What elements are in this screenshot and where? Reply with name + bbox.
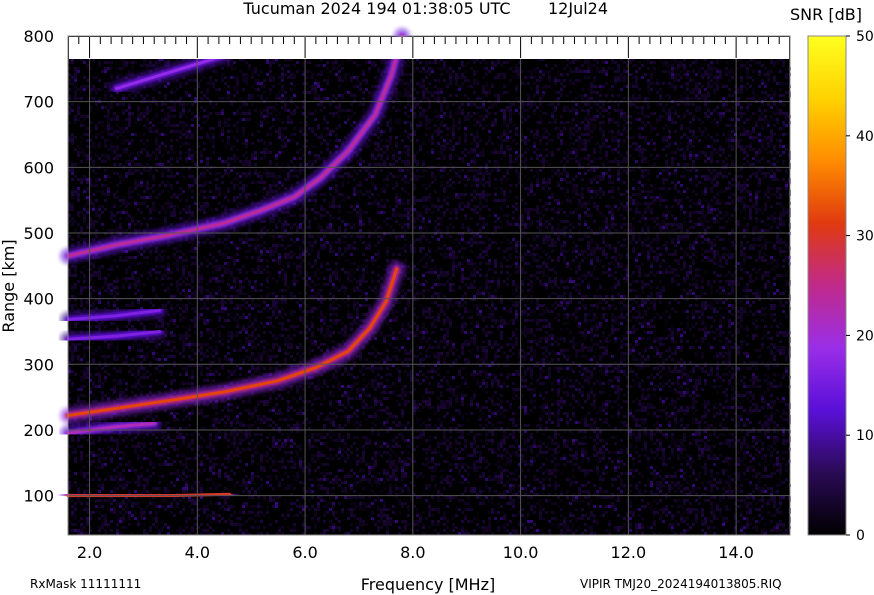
x-tick-label: 8.0 bbox=[400, 543, 425, 562]
y-tick-label: 800 bbox=[23, 27, 54, 46]
y-tick-label: 200 bbox=[23, 421, 54, 440]
x-tick-label: 4.0 bbox=[185, 543, 210, 562]
colorbar bbox=[807, 35, 847, 536]
colorbar-tick-label: 20 bbox=[856, 328, 874, 344]
ionogram-figure: 2.0 4.0 6.0 8.0 10.0 12.0 14.0 100200300400500… bbox=[0, 0, 874, 594]
y-tick-label: 400 bbox=[23, 290, 54, 309]
x-tick-label: 14.0 bbox=[718, 543, 754, 562]
chart-date: 12Jul24 bbox=[548, 0, 608, 18]
trace-multihop-2 bbox=[60, 302, 168, 328]
colorbar-tick-label: 40 bbox=[856, 129, 874, 145]
colorbar-tick-label: 0 bbox=[856, 528, 865, 544]
x-tick-label: 6.0 bbox=[292, 543, 317, 562]
trace-f-x-trace bbox=[60, 415, 163, 442]
trace-multihop-1 bbox=[60, 323, 168, 348]
colorbar-tick-label: 30 bbox=[856, 229, 874, 245]
colorbar-label: SNR [dB] bbox=[790, 5, 862, 24]
colorbar-ticks: 0 10 20 30 40 50 bbox=[846, 29, 874, 544]
top-tick-strip bbox=[69, 37, 789, 59]
source-file-label: VIPIR TMJ20_2024194013805.RIQ bbox=[580, 577, 782, 591]
y-tick-label: 600 bbox=[23, 158, 54, 177]
y-tick-label: 500 bbox=[23, 224, 54, 243]
y-axis-label: Range [km] bbox=[0, 239, 18, 332]
x-tick-label: 12.0 bbox=[611, 543, 647, 562]
colorbar-tick-label: 10 bbox=[856, 428, 874, 444]
y-tick-label: 700 bbox=[23, 93, 54, 112]
x-tick-label: 2.0 bbox=[77, 543, 102, 562]
rxmask-label: RxMask 11111111 bbox=[30, 577, 141, 591]
y-tick-label: 100 bbox=[23, 487, 54, 506]
y-tick-label: 300 bbox=[23, 355, 54, 374]
x-axis-label: Frequency [MHz] bbox=[361, 575, 495, 594]
x-tick-label: 10.0 bbox=[503, 543, 539, 562]
chart-title: Tucuman 2024 194 01:38:05 UTC bbox=[242, 0, 510, 18]
y-axis-ticks: 100 200 300 400 500 600 700 800 bbox=[23, 27, 54, 506]
colorbar-tick-label: 50 bbox=[856, 29, 874, 45]
x-axis-ticks: 2.0 4.0 6.0 8.0 10.0 12.0 14.0 bbox=[77, 543, 754, 562]
